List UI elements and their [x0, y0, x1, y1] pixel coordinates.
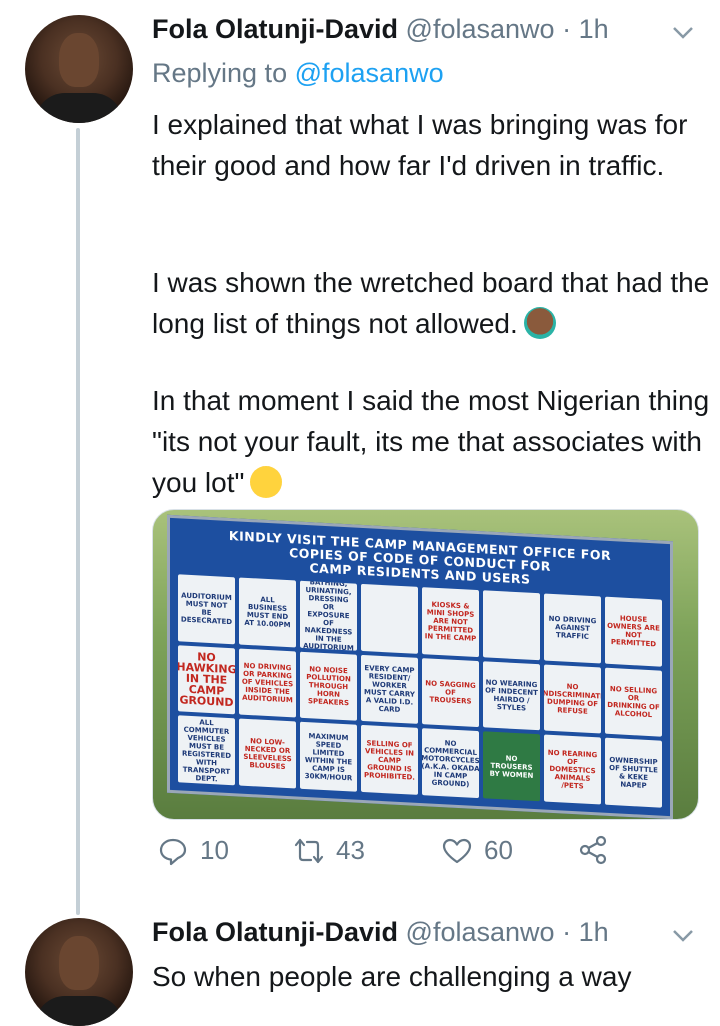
- board-cell: NO COMMERCIAL MOTORCYCLES (A.K.A. OKADA …: [422, 728, 479, 799]
- replying-handle-link[interactable]: @folasanwo: [295, 58, 444, 88]
- share-icon: [579, 835, 607, 865]
- separator: ·: [562, 917, 572, 947]
- board-cell: [361, 583, 418, 654]
- board-cell: NO REARING OF DOMESTICS ANIMALS /PETS: [544, 734, 601, 805]
- thread-line: [76, 128, 80, 915]
- handle[interactable]: @folasanwo: [406, 14, 555, 44]
- timestamp[interactable]: 1h: [579, 917, 609, 947]
- board-cell: NO SAGGING OF TROUSERS: [422, 657, 479, 728]
- heart-icon: [442, 838, 472, 863]
- board-cell: NO NOISE POLLUTION THROUGH HORN SPEAKERS: [300, 651, 357, 722]
- tweet-paragraph-text: In that moment I said the most Nigerian …: [152, 385, 717, 498]
- reply-count: 10: [200, 835, 229, 865]
- board-cell: NO DRIVING OR PARKING OF VEHICLES INSIDE…: [239, 648, 296, 718]
- tweet-paragraph: In that moment I said the most Nigerian …: [152, 380, 712, 503]
- board-cell: AUDITORIUM MUST NOT BE DESECRATED: [178, 574, 235, 644]
- board-cell: HOUSE OWNERS ARE NOT PERMITTED: [605, 596, 662, 667]
- board-cell: NO LOW-NECKED OR SLEEVELESS BLOUSES: [239, 718, 296, 789]
- board-cell: NO DRIVING AGAINST TRAFFIC: [544, 593, 601, 664]
- board-cell: OWNERSHIP OF SHUTTLE & KEKE NAPEP: [605, 738, 662, 808]
- handle[interactable]: @folasanwo: [406, 917, 555, 947]
- reply-icon: [159, 838, 187, 865]
- board-cell: NO HAWKING IN THE CAMP GROUND: [178, 644, 235, 715]
- share-button[interactable]: [578, 835, 620, 865]
- tweet-text: So when people are challenging a way: [152, 961, 632, 992]
- avatar[interactable]: [25, 15, 133, 123]
- replying-prefix: Replying to: [152, 58, 288, 88]
- tweet-actions: 10 43 60: [152, 835, 712, 879]
- tweet-header: Fola Olatunji-David @folasanwo · 1h: [152, 917, 609, 948]
- board-cell: NO INDISCRIMINATE DUMPING OF REFUSE: [544, 664, 601, 734]
- display-name[interactable]: Fola Olatunji-David: [152, 14, 398, 44]
- reply-button[interactable]: 10: [158, 835, 229, 866]
- board-cell: LIVING, COOKING, BATHING, URINATING, DRE…: [300, 580, 357, 651]
- board-cell: MAXIMUM SPEED LIMITED WITHIN THE CAMP IS…: [300, 722, 357, 792]
- tweet-paragraph: I explained that what I was bringing was…: [152, 109, 696, 181]
- board-cell: EVERY CAMP RESIDENT/ WORKER MUST CARRY A…: [361, 654, 418, 725]
- laughing-face-emoji-icon: [250, 466, 283, 498]
- chevron-down-icon[interactable]: [672, 20, 694, 46]
- board-cell: SELLING OF VEHICLES IN CAMP GROUND IS PR…: [361, 725, 418, 795]
- code-of-conduct-board: KINDLY VISIT THE CAMP MANAGEMENT OFFICE …: [167, 514, 673, 819]
- separator: ·: [562, 14, 572, 44]
- board-cell: [483, 590, 540, 660]
- board-cell: NO WEARING OF INDECENT HAIRDO / STYLES: [483, 660, 540, 731]
- retweet-count: 43: [336, 835, 365, 865]
- avatar[interactable]: [25, 918, 133, 1026]
- board-cell: ALL BUSINESS MUST END AT 10.00PM: [239, 577, 296, 648]
- replying-to: Replying to @folasanwo: [152, 58, 444, 89]
- tweet-paragraph-text: I was shown the wretched board that had …: [152, 267, 718, 339]
- tweet-paragraph: I was shown the wretched board that had …: [152, 262, 712, 344]
- retweet-button[interactable]: 43: [294, 835, 365, 866]
- board-grid: AUDITORIUM MUST NOT BE DESECRATED ALL BU…: [178, 574, 662, 808]
- tweet-header: Fola Olatunji-David @folasanwo · 1h: [152, 14, 609, 45]
- board-cell: KIOSKS & MINI SHOPS ARE NOT PERMITTED IN…: [422, 587, 479, 657]
- timestamp[interactable]: 1h: [579, 14, 609, 44]
- tweet-photo[interactable]: KINDLY VISIT THE CAMP MANAGEMENT OFFICE …: [152, 509, 699, 820]
- like-button[interactable]: 60: [442, 835, 513, 866]
- display-name[interactable]: Fola Olatunji-David: [152, 917, 398, 947]
- board-cell: NO SELLING OR DRINKING OF ALCOHOL: [605, 667, 662, 738]
- facepalm-emoji-icon: [523, 307, 556, 339]
- board-cell: ALL COMMUTER VEHICLES MUST BE REGISTERED…: [178, 715, 235, 786]
- retweet-icon: [294, 838, 324, 863]
- chevron-down-icon[interactable]: [672, 923, 694, 949]
- like-count: 60: [484, 835, 513, 865]
- board-cell: NO TROUSERS BY WOMEN: [483, 731, 540, 802]
